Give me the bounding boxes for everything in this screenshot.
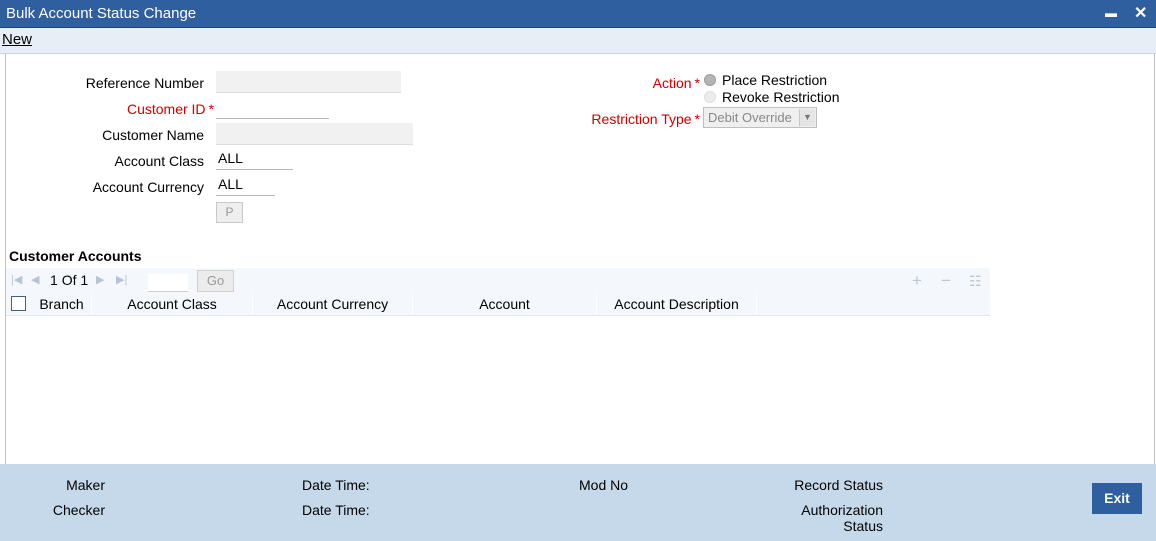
authorization-status-label-line2: Status [843, 518, 883, 534]
page-indicator: 1 Of 1 [50, 272, 88, 288]
maker-date-time-label: Date Time: [302, 477, 370, 493]
chevron-down-icon[interactable]: ▼ [799, 109, 815, 126]
action-label-text: Action [652, 75, 692, 91]
required-marker: * [694, 75, 700, 91]
window-title: Bulk Account Status Change [6, 5, 197, 22]
checker-date-time-label: Date Time: [302, 502, 370, 518]
column-header-account-description[interactable]: Account Description [597, 294, 757, 315]
page-total: 1 [80, 272, 89, 288]
record-status-label: Record Status [794, 477, 883, 493]
account-currency-input[interactable]: ALL [216, 174, 275, 196]
account-currency-label: Account Currency [92, 179, 204, 195]
column-header-account-class[interactable]: Account Class [92, 294, 253, 315]
checker-label: Checker [52, 502, 105, 518]
required-marker: * [694, 111, 700, 127]
audit-footer: Maker Checker Date Time: Date Time: Mod … [0, 464, 1156, 541]
column-header-account-currency[interactable]: Account Currency [253, 294, 413, 315]
revoke-restriction-label: Revoke Restriction [722, 88, 840, 105]
window-titlebar: Bulk Account Status Change ▬ ✕ [0, 0, 1156, 28]
populate-button[interactable]: P [216, 202, 243, 223]
customer-id-label-text: Customer ID [126, 101, 206, 117]
select-all-checkbox[interactable] [11, 296, 26, 311]
page-number-input[interactable] [148, 274, 188, 292]
list-view-icon[interactable]: ☷ [969, 273, 982, 290]
restriction-type-value: Debit Override [708, 110, 792, 125]
required-marker: * [208, 101, 214, 117]
radio-place-restriction[interactable]: Place Restriction [704, 71, 827, 88]
account-class-input[interactable]: ALL [216, 148, 293, 170]
page-of-label: Of [61, 272, 77, 288]
mod-no-label: Mod No [579, 477, 629, 493]
authorization-status-label-line1: Authorization [801, 502, 883, 518]
page-current: 1 [50, 272, 58, 288]
frame-left-border [5, 54, 6, 464]
close-icon[interactable]: ✕ [1134, 3, 1147, 23]
new-link[interactable]: New [2, 31, 32, 48]
first-page-icon[interactable]: |◀ [11, 273, 22, 286]
grid-header: Branch Account Class Account Currency Ac… [6, 294, 990, 316]
radio-unselected-icon[interactable] [704, 90, 716, 103]
minimize-icon[interactable]: ▬ [1105, 6, 1117, 20]
menu-bar: New [0, 28, 1156, 54]
restriction-type-select[interactable]: Debit Override ▼ [703, 107, 817, 128]
account-class-label: Account Class [114, 153, 204, 169]
customer-accounts-title: Customer Accounts [9, 248, 142, 264]
next-page-icon[interactable]: ▶ [96, 273, 104, 286]
customer-id-label: Customer ID * [127, 101, 214, 117]
maker-label: Maker [66, 477, 105, 493]
action-label: Action * [653, 75, 700, 91]
reference-number-label: Reference Number [85, 75, 204, 91]
column-header-account[interactable]: Account [413, 294, 597, 315]
place-restriction-label: Place Restriction [722, 71, 828, 88]
delete-row-icon[interactable]: − [941, 271, 951, 291]
prev-page-icon[interactable]: ◀ [31, 273, 39, 286]
customer-name-field[interactable] [216, 123, 413, 145]
restriction-type-label: Restriction Type * [591, 111, 700, 127]
go-button[interactable]: Go [197, 270, 234, 292]
add-row-icon[interactable]: + [912, 271, 922, 291]
last-page-icon[interactable]: ▶| [116, 273, 127, 286]
reference-number-field[interactable] [216, 71, 401, 93]
restriction-type-label-text: Restriction Type [591, 111, 692, 127]
column-header-branch[interactable]: Branch [32, 294, 92, 315]
customer-name-label: Customer Name [102, 127, 204, 143]
radio-selected-icon[interactable] [704, 73, 716, 86]
grid-toolbar: |◀ ◀ 1 Of 1 ▶ ▶| Go + − ☷ [6, 268, 990, 294]
radio-revoke-restriction[interactable]: Revoke Restriction [704, 88, 840, 105]
exit-button[interactable]: Exit [1092, 483, 1142, 514]
customer-id-input[interactable] [216, 97, 329, 119]
frame-right-border [1154, 54, 1155, 464]
